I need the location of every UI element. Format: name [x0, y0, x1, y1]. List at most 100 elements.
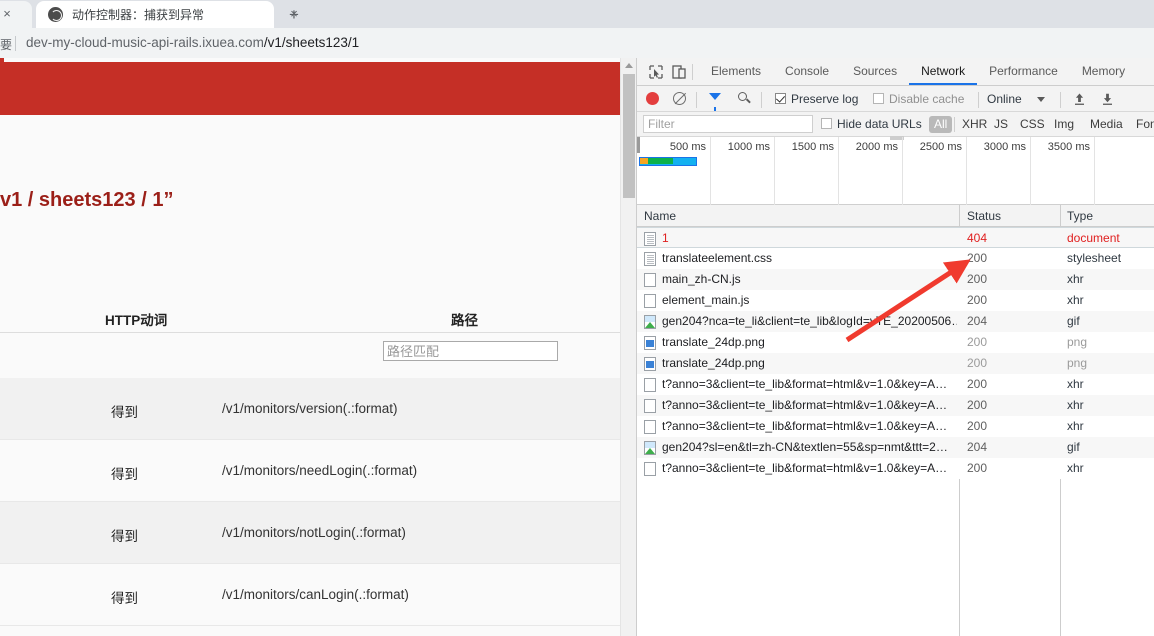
- request-name: t?anno=3&client=te_lib&format=html&v=1.0…: [662, 419, 948, 433]
- url-text: dev-my-cloud-music-api-rails.ixuea.com/v…: [26, 33, 359, 53]
- divider: [1060, 92, 1061, 108]
- tab-sources[interactable]: Sources: [841, 58, 909, 85]
- active-tab-title: 动作控制器：捕获到异常: [72, 8, 205, 22]
- request-status: 200: [967, 419, 988, 433]
- close-icon[interactable]: ×: [0, 6, 15, 22]
- type-filter-xhr[interactable]: XHR: [957, 116, 992, 133]
- tab-network[interactable]: Network: [909, 58, 977, 85]
- request-status: 200: [967, 272, 988, 286]
- background-tab[interactable]: s. ×: [0, 1, 32, 28]
- filter-icon[interactable]: [709, 93, 721, 111]
- url-path: /v1/sheets123/1: [263, 35, 360, 50]
- timeline-tick-label: 3500 ms: [1047, 141, 1090, 153]
- page-info-icon[interactable]: 要: [0, 36, 12, 53]
- scrollbar-thumb[interactable]: [623, 74, 635, 198]
- tab-console[interactable]: Console: [773, 58, 841, 85]
- routing-error-heading: v1 / sheets123 / 1”: [0, 189, 174, 211]
- type-filter-img[interactable]: Img: [1049, 116, 1079, 133]
- type-filter-media[interactable]: Media: [1085, 116, 1128, 133]
- timeline-tick-label: 2500 ms: [919, 141, 962, 153]
- disable-cache-label[interactable]: Disable cache: [889, 91, 964, 107]
- table-row: ath得到/v1/monitors/needLogin(.:format): [0, 440, 620, 502]
- request-status: 200: [967, 356, 988, 370]
- disable-cache-checkbox[interactable]: [873, 93, 884, 104]
- address-bar[interactable]: 要 dev-my-cloud-music-api-rails.ixuea.com…: [0, 28, 1154, 58]
- request-name: t?anno=3&client=te_lib&format=html&v=1.0…: [662, 377, 948, 391]
- request-status: 204: [967, 314, 988, 328]
- export-har-icon[interactable]: [1101, 92, 1114, 106]
- png-icon: [644, 336, 656, 350]
- request-row[interactable]: translate_24dp.png 200 png: [637, 353, 1154, 374]
- type-filter-css[interactable]: CSS: [1015, 116, 1050, 133]
- preserve-log-label[interactable]: Preserve log: [791, 91, 858, 107]
- column-header-status[interactable]: Status: [967, 208, 1001, 224]
- chevron-down-icon[interactable]: [1037, 97, 1045, 102]
- tab-performance[interactable]: Performance: [977, 58, 1070, 85]
- type-filter-js[interactable]: JS: [989, 116, 1013, 133]
- route-path: /v1/monitors/canLogin(.:format): [222, 587, 409, 602]
- throttling-select-value[interactable]: Online: [987, 91, 1022, 107]
- request-type: xhr: [1067, 272, 1084, 286]
- devtools-panel: Elements Console Sources Network Performance…: [636, 58, 1154, 636]
- timeline-gridline: [1030, 137, 1031, 205]
- request-name: 1: [662, 231, 669, 245]
- request-status: 200: [967, 335, 988, 349]
- inspect-element-icon[interactable]: [647, 63, 665, 81]
- timeline-tick-label: 500 ms: [669, 141, 706, 153]
- hide-data-urls-label[interactable]: Hide data URLs: [837, 116, 922, 132]
- timeline-gridline: [902, 137, 903, 205]
- import-har-icon[interactable]: [1073, 92, 1086, 106]
- blank-file-icon: [644, 462, 656, 476]
- request-row[interactable]: gen204?sl=en&tl=zh-CN&textlen=55&sp=nmt&…: [637, 437, 1154, 458]
- search-icon[interactable]: [738, 92, 747, 101]
- request-row[interactable]: element_main.js 200 xhr: [637, 290, 1154, 311]
- routes-table-body: 得到/v1/monitors/version(.:format)ath得到/v1…: [0, 378, 620, 626]
- request-status: 200: [967, 398, 988, 412]
- request-status: 404: [967, 231, 988, 245]
- preserve-log-checkbox[interactable]: [775, 93, 786, 104]
- record-button[interactable]: [646, 92, 659, 105]
- column-header-name[interactable]: Name: [644, 208, 676, 224]
- request-row[interactable]: 1 404 document: [637, 227, 1154, 248]
- new-tab-button[interactable]: +: [283, 4, 305, 26]
- timeline-tick-label: 2000 ms: [855, 141, 898, 153]
- tab-elements[interactable]: Elements: [699, 58, 773, 85]
- request-name: t?anno=3&client=te_lib&format=html&v=1.0…: [662, 398, 948, 412]
- network-overview[interactable]: 500 ms 1000 ms 1500 ms 2000 ms 2500 ms 3000 m…: [637, 136, 1154, 205]
- timeline-tick-label: 1500 ms: [791, 141, 834, 153]
- divider: [696, 92, 697, 108]
- filter-input[interactable]: [643, 115, 813, 133]
- request-row[interactable]: gen204?nca=te_li&client=te_lib&logId=vTE…: [637, 311, 1154, 332]
- request-name: translate_24dp.png: [662, 356, 765, 370]
- type-filter-all[interactable]: All: [929, 116, 953, 133]
- route-path: /v1/monitors/notLogin(.:format): [222, 525, 406, 540]
- clear-icon[interactable]: [673, 92, 686, 105]
- timeline-gridline: [1094, 137, 1095, 205]
- path-match-input[interactable]: [383, 341, 558, 361]
- scroll-up-arrow-icon[interactable]: [625, 63, 633, 68]
- timeline-tick-label: 3000 ms: [983, 141, 1026, 153]
- request-row[interactable]: translate_24dp.png 200 png: [637, 332, 1154, 353]
- request-type: png: [1067, 356, 1088, 370]
- type-filter-da[interactable]: Da: [1150, 116, 1154, 133]
- request-type: png: [1067, 335, 1088, 349]
- request-row[interactable]: t?anno=3&client=te_lib&format=html&v=1.0…: [637, 458, 1154, 479]
- blank-file-icon: [644, 420, 656, 434]
- device-toolbar-icon[interactable]: [670, 63, 688, 81]
- request-row[interactable]: t?anno=3&client=te_lib&format=html&v=1.0…: [637, 395, 1154, 416]
- hide-data-urls-checkbox[interactable]: [821, 118, 832, 129]
- favicon-icon: [48, 7, 63, 22]
- request-row[interactable]: t?anno=3&client=te_lib&format=html&v=1.0…: [637, 416, 1154, 437]
- request-row[interactable]: translateelement.css 200 stylesheet: [637, 248, 1154, 269]
- route-verb: 得到: [111, 467, 138, 482]
- page-vertical-scrollbar[interactable]: [620, 58, 636, 636]
- tab-strip: s. × 动作控制器：捕获到异常 × +: [0, 0, 1154, 28]
- request-status: 204: [967, 440, 988, 454]
- tab-memory[interactable]: Memory: [1070, 58, 1137, 85]
- timeline-gridline: [710, 137, 711, 205]
- blank-file-icon: [644, 294, 656, 308]
- request-row[interactable]: main_zh-CN.js 200 xhr: [637, 269, 1154, 290]
- column-header-type[interactable]: Type: [1067, 208, 1093, 224]
- request-row[interactable]: t?anno=3&client=te_lib&format=html&v=1.0…: [637, 374, 1154, 395]
- active-tab[interactable]: 动作控制器：捕获到异常 ×: [36, 1, 298, 28]
